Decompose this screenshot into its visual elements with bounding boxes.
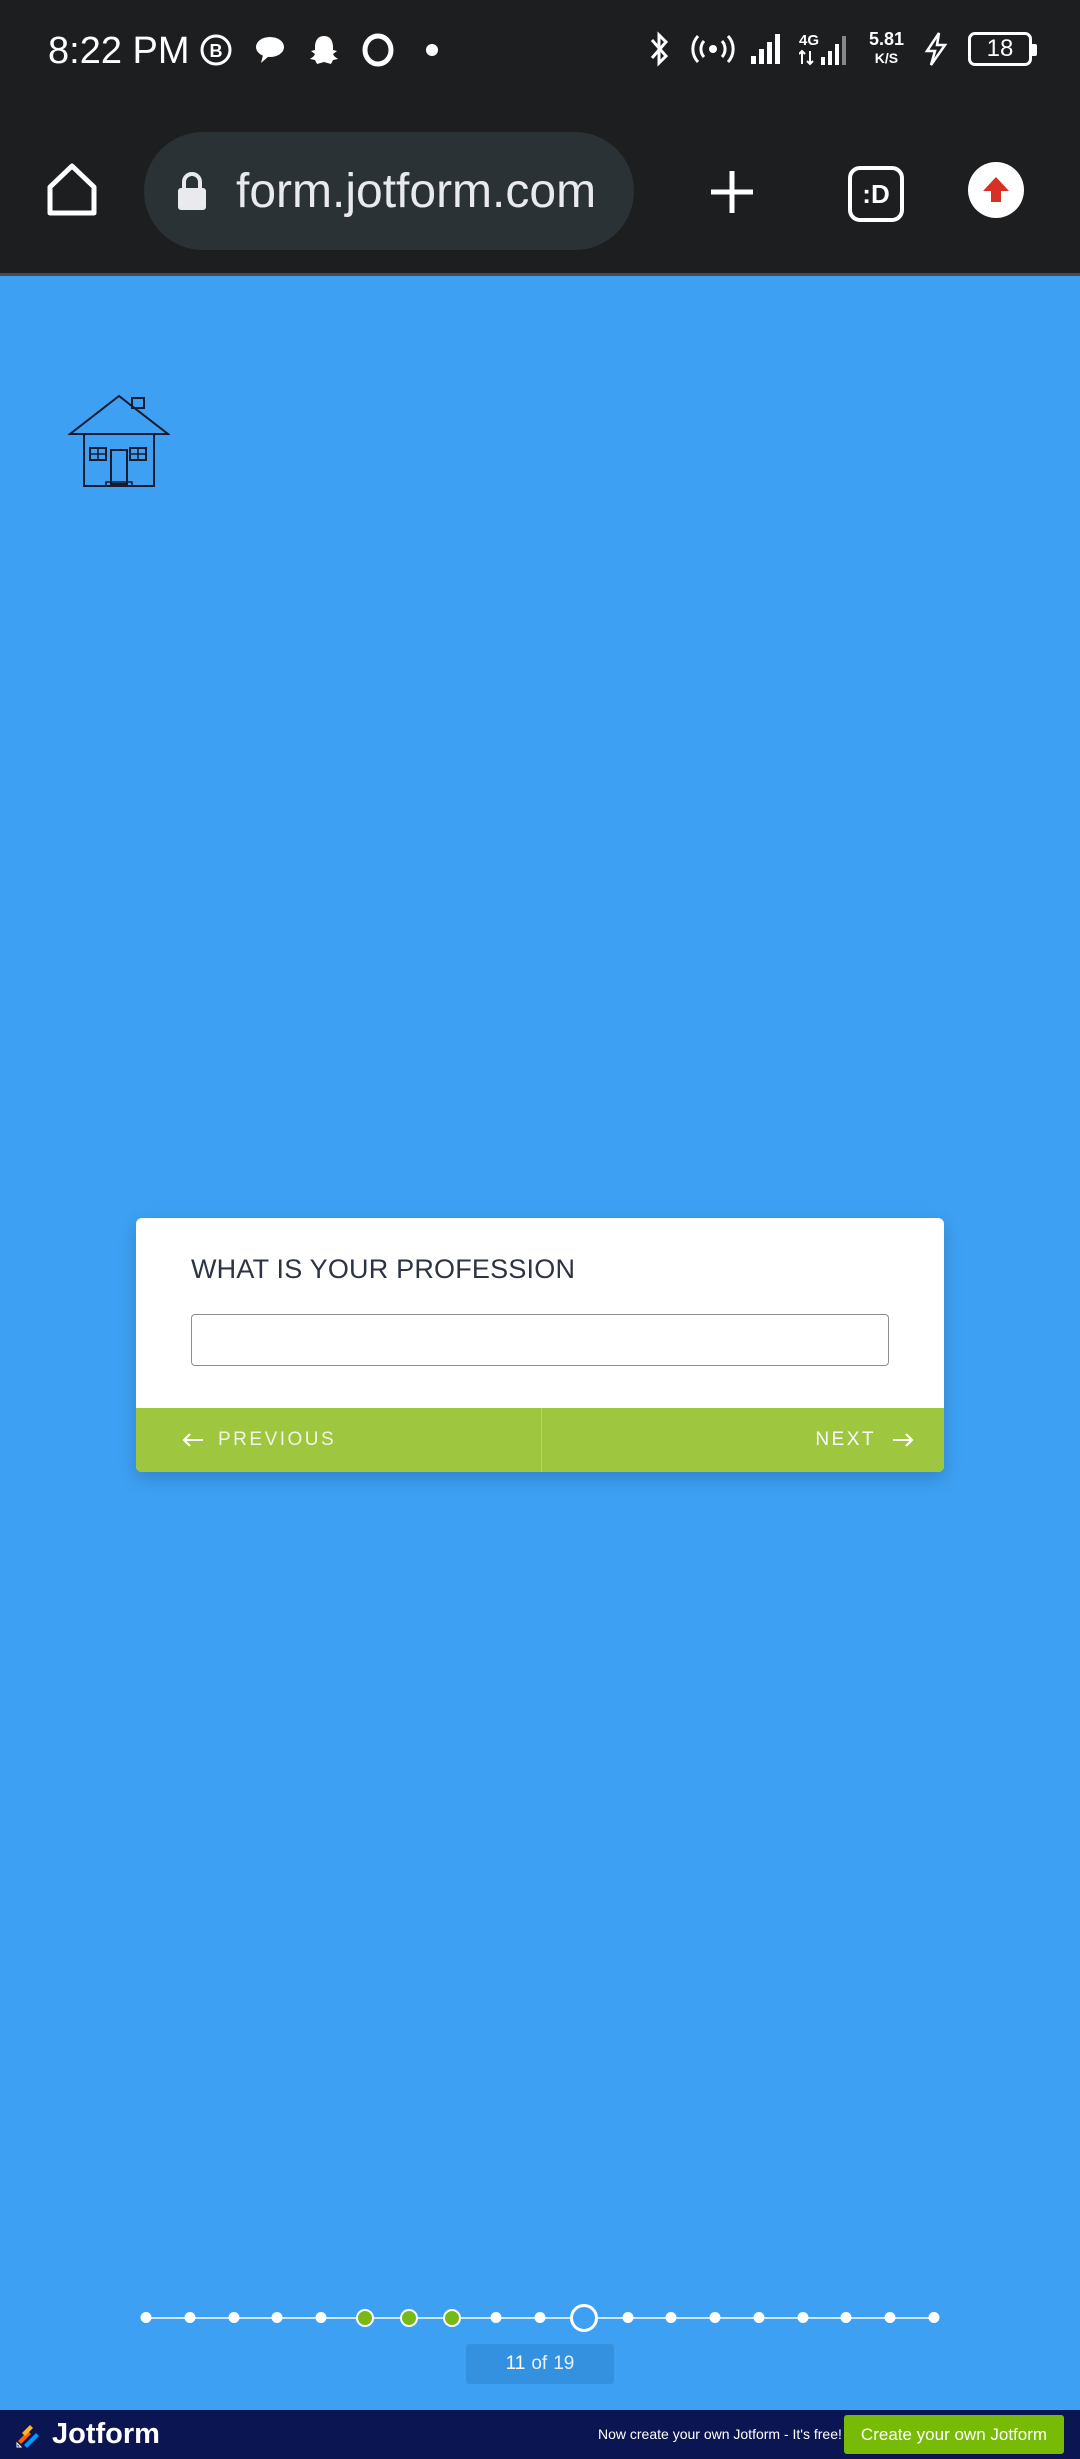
- question-label: WHAT IS YOUR PROFESSION: [191, 1254, 576, 1284]
- progress-step-completed[interactable]: [355, 2309, 374, 2327]
- url-text: form.jotform.com: [236, 164, 597, 218]
- upload-icon: [983, 177, 1009, 202]
- progress-step[interactable]: [228, 2312, 240, 2323]
- progress-step[interactable]: [928, 2312, 940, 2323]
- net-speed-unit: K/S: [874, 50, 899, 66]
- address-bar[interactable]: form.jotform.com: [144, 132, 634, 250]
- b-badge-icon: B: [198, 32, 234, 68]
- notification-icons: B: [198, 32, 450, 68]
- progress-step-completed[interactable]: [443, 2309, 462, 2327]
- battery-level: 18: [986, 34, 1014, 62]
- svg-text:4G: 4G: [799, 32, 819, 49]
- tabs-icon: :D: [862, 178, 890, 209]
- jotform-footer: Jotform Now create your own Jotform - It…: [0, 2410, 1080, 2459]
- chat-bubble-icon: [252, 32, 288, 68]
- net-speed: 5.81 K/S: [869, 30, 904, 67]
- tabs-button[interactable]: :D: [848, 166, 904, 222]
- system-status-icons: 4G 5.81 K/S 18: [641, 30, 1037, 67]
- progress-step[interactable]: [709, 2312, 721, 2323]
- progress-step[interactable]: [840, 2312, 852, 2323]
- progress-step[interactable]: [315, 2312, 327, 2323]
- jotform-logo-icon: [16, 2424, 39, 2448]
- page-total: 19: [553, 2353, 575, 2374]
- opera-icon: [360, 32, 396, 68]
- new-tab-button[interactable]: [700, 160, 764, 224]
- lock-icon: [174, 168, 210, 214]
- progress-step-current[interactable]: [569, 2304, 598, 2332]
- progress-step[interactable]: [665, 2312, 677, 2323]
- house-logo-icon: [68, 394, 170, 487]
- previous-label: PREVIOUS: [218, 1429, 337, 1450]
- snapchat-ghost-icon: [306, 32, 342, 68]
- progress-step[interactable]: [753, 2312, 765, 2323]
- 4g-signal-icon: 4G: [798, 31, 855, 67]
- page-of: of: [531, 2353, 548, 2374]
- promo-text: Now create your own Jotform - It's free!: [598, 2426, 842, 2442]
- net-speed-value: 5.81: [868, 29, 904, 49]
- question-card: WHAT IS YOUR PROFESSION PREVIOUS NEXT: [136, 1218, 944, 1472]
- signal-icon: [749, 31, 785, 67]
- progress-step[interactable]: [490, 2312, 502, 2323]
- browser-toolbar: form.jotform.com :D: [0, 108, 1080, 276]
- progress-step[interactable]: [622, 2312, 634, 2323]
- bluetooth-icon: [641, 30, 677, 67]
- status-bar: 8:22 PM B 4G 5.81 K/S 18: [0, 0, 1080, 108]
- plus-icon: [711, 171, 753, 213]
- progress-step[interactable]: [797, 2312, 809, 2323]
- previous-button[interactable]: PREVIOUS: [136, 1408, 542, 1472]
- home-icon: [47, 163, 97, 216]
- svg-text:B: B: [210, 41, 223, 61]
- next-label: NEXT: [815, 1429, 876, 1450]
- form-navigation: PREVIOUS NEXT: [136, 1408, 944, 1472]
- create-jotform-button[interactable]: Create your own Jotform: [844, 2415, 1064, 2454]
- progress-step[interactable]: [140, 2312, 152, 2323]
- progress-step[interactable]: [184, 2312, 196, 2323]
- next-button[interactable]: NEXT: [542, 1408, 945, 1472]
- status-time: 8:22 PM: [48, 30, 190, 72]
- progress-step[interactable]: [534, 2312, 546, 2323]
- profession-input[interactable]: [191, 1314, 889, 1366]
- upload-button[interactable]: [968, 162, 1024, 218]
- progress-step[interactable]: [271, 2312, 283, 2323]
- progress-steps: [140, 2304, 940, 2332]
- jotform-brand: Jotform: [52, 2418, 160, 2450]
- arrow-left-icon: [182, 1433, 203, 1447]
- dot-icon: [414, 32, 450, 68]
- charging-icon: [918, 31, 954, 67]
- hotspot-icon: [691, 31, 735, 67]
- battery-indicator: 18: [968, 31, 1037, 66]
- page-current: 11: [505, 2353, 526, 2374]
- progress-step-completed[interactable]: [399, 2309, 418, 2327]
- home-button[interactable]: [40, 158, 104, 222]
- page-counter: 11 of 19: [466, 2344, 614, 2384]
- arrow-right-icon: [893, 1433, 914, 1447]
- progress-step[interactable]: [884, 2312, 896, 2323]
- jotform-logo[interactable]: Jotform: [16, 2418, 160, 2451]
